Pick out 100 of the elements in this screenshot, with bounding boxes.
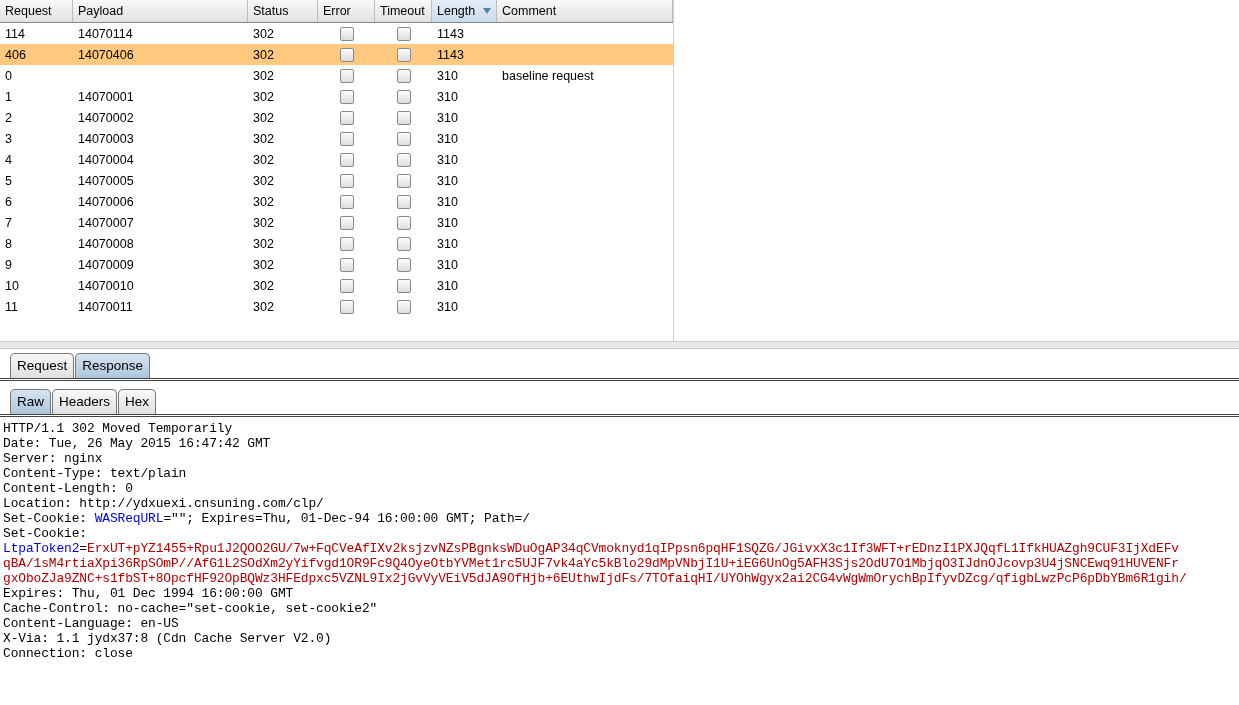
request-cell-text: 11 (4, 299, 19, 314)
status-cell-text: 302 (252, 131, 275, 146)
request-cell-text: 5 (4, 173, 13, 188)
column-header[interactable]: Error (318, 0, 375, 22)
response-line: Location: http://ydxuexi.cnsuning.com/clp/ (3, 496, 325, 511)
checkbox[interactable] (339, 215, 354, 230)
checkbox[interactable] (339, 68, 354, 83)
checkbox[interactable] (339, 299, 354, 314)
payload-cell-text: 14070114 (77, 26, 134, 41)
status-cell-text: 302 (252, 173, 275, 188)
request-cell-text: 406 (4, 47, 27, 62)
checkbox[interactable] (396, 26, 411, 41)
payload-cell-text: 14070008 (77, 236, 135, 251)
response-line: HTTP/1.1 302 Moved Temporarily (3, 421, 234, 436)
response-line: LtpaToken2=ErxUT+pYZ1455+Rpu1J2QOO2GU/7w+FqCVeAfIXv2ksjzvNZsPBgnksWDuOgAP34qCVmoknyd1qIPpsn6pqHF1SQZG/JGivxX3c1If3WFT+rEDnzI1PXJQqfL1IfkHUAZgh9CUF3IjXdEFv (3, 541, 1180, 556)
response-line: Set-Cookie: (3, 526, 88, 541)
payload-cell-text: 14070005 (77, 173, 135, 188)
status-cell-text: 302 (252, 152, 275, 167)
checkbox[interactable] (339, 89, 354, 104)
message-tab[interactable]: Request (10, 353, 75, 378)
request-cell-text: 10 (4, 278, 20, 293)
checkbox[interactable] (396, 194, 411, 209)
column-header[interactable]: Length (432, 0, 497, 22)
column-header[interactable]: Comment (497, 0, 673, 22)
checkbox[interactable] (339, 278, 354, 293)
response-line: Connection: close (3, 646, 134, 661)
payload-cell-text: 14070002 (77, 110, 135, 125)
message-tab[interactable]: Response (75, 353, 151, 378)
request-cell-text: 2 (4, 110, 13, 125)
column-header[interactable]: Status (248, 0, 318, 22)
request-cell-text: 4 (4, 152, 13, 167)
payload-cell-text: 14070010 (77, 278, 135, 293)
checkbox[interactable] (396, 47, 411, 62)
result-row[interactable]: 406 14070406 302 1143 (0, 44, 673, 65)
request-cell-text: 6 (4, 194, 13, 209)
status-cell-text: 302 (252, 89, 275, 104)
checkbox[interactable] (396, 152, 411, 167)
checkbox[interactable] (339, 131, 354, 146)
checkbox[interactable] (339, 47, 354, 62)
checkbox[interactable] (339, 173, 354, 188)
view-tab[interactable]: Raw (10, 389, 51, 414)
response-line: gxOboZJa9ZNC+s1fbST+8OpcfHF92OpBQWz3HFEdpxc5VZNL9Ix2jGvVyVEiV5dJA9OfHjb+6EUthwIjdFs/7TOfaiqHI/UYOhWgyx2ai2CG4vWgWmOrychBpIfyvDZcg/qfigbLwzPcP6pDbYBm6R1gih/ (3, 571, 1188, 586)
length-cell-text: 310 (436, 110, 459, 125)
length-cell-text: 310 (436, 257, 459, 272)
request-cell-text: 0 (4, 68, 13, 83)
length-cell-text: 310 (436, 131, 459, 146)
payload-cell-text: 14070001 (77, 89, 135, 104)
view-tab[interactable]: Headers (52, 389, 118, 414)
checkbox[interactable] (396, 89, 411, 104)
length-cell-text: 310 (436, 89, 459, 104)
response-line: Content-Language: en-US (3, 616, 180, 631)
response-line: Server: nginx (3, 451, 104, 466)
checkbox[interactable] (396, 131, 411, 146)
response-line: Date: Tue, 26 May 2015 16:47:42 GMT (3, 436, 272, 451)
checkbox[interactable] (396, 173, 411, 188)
length-cell-text: 310 (436, 173, 459, 188)
status-cell-text: 302 (252, 257, 275, 272)
checkbox[interactable] (339, 110, 354, 125)
checkbox[interactable] (339, 152, 354, 167)
status-cell-text: 302 (252, 68, 275, 83)
checkbox[interactable] (339, 236, 354, 251)
response-line: qBA/1sM4rtiaXpi36RpSOmP//AfG1L2SOdXm2yYifvgd1OR9Fc9Q4OyeOtbYVMet1rc5UJF7vk4aYc5kBlo29dMpVNbjI1U+iEG6UnOg5AFH3Sjs2OdU7O1MbjqO3IJdnOJcovp3U4jSNCEwq91HUVENFr (3, 556, 1180, 571)
status-cell-text: 302 (252, 236, 275, 251)
request-cell-text: 7 (4, 215, 13, 230)
status-cell-text: 302 (252, 299, 275, 314)
column-header[interactable]: Request (0, 0, 73, 22)
payload-cell-text: 14070007 (77, 215, 135, 230)
response-line: Expires: Thu, 01 Dec 1994 16:00:00 GMT (3, 586, 295, 601)
checkbox[interactable] (339, 257, 354, 272)
length-cell-text: 310 (436, 68, 459, 83)
status-cell-text: 302 (252, 194, 275, 209)
length-cell-text: 1143 (436, 26, 465, 41)
checkbox[interactable] (396, 236, 411, 251)
column-header[interactable]: Timeout (375, 0, 432, 22)
response-line: Set-Cookie: WASReqURL=""; Expires=Thu, 01-Dec-94 16:00:00 GMT; Path=/ (3, 511, 531, 526)
checkbox[interactable] (396, 278, 411, 293)
checkbox[interactable] (396, 299, 411, 314)
checkbox[interactable] (396, 215, 411, 230)
checkbox[interactable] (396, 110, 411, 125)
length-cell-text: 1143 (436, 47, 465, 62)
sort-descending-icon (483, 8, 491, 14)
length-cell-text: 310 (436, 299, 459, 314)
response-line: Cache-Control: no-cache="set-cookie, set-cookie2" (3, 601, 379, 616)
checkbox[interactable] (339, 26, 354, 41)
payload-cell-text: 14070009 (77, 257, 135, 272)
checkbox[interactable] (339, 194, 354, 209)
request-cell-text: 8 (4, 236, 13, 251)
response-line: X-Via: 1.1 jydx37:8 (Cdn Cache Server V2.0) (3, 631, 333, 646)
request-cell-text: 114 (4, 26, 26, 41)
status-cell-text: 302 (252, 278, 275, 293)
payload-cell-text: 14070006 (77, 194, 135, 209)
length-cell-text: 310 (436, 236, 459, 251)
length-cell-text: 310 (436, 194, 459, 209)
column-header[interactable]: Payload (73, 0, 248, 22)
checkbox[interactable] (396, 257, 411, 272)
status-cell-text: 302 (252, 110, 275, 125)
request-cell-text: 3 (4, 131, 13, 146)
status-cell-text: 302 (252, 47, 275, 62)
view-tab[interactable]: Hex (118, 389, 157, 414)
checkbox[interactable] (396, 68, 411, 83)
